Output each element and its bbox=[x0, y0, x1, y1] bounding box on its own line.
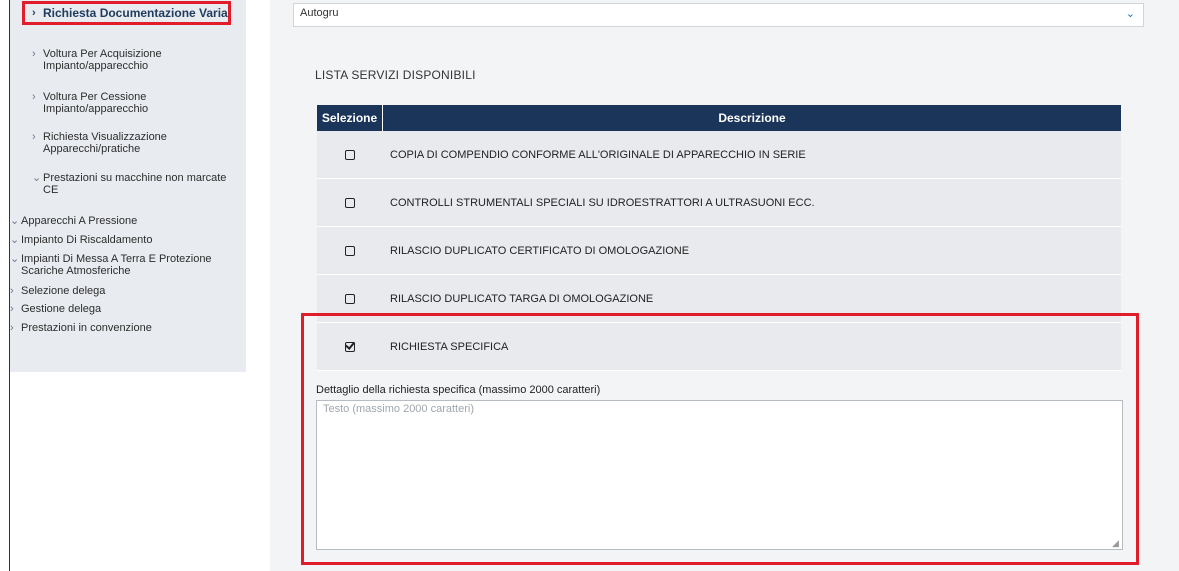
sidebar-item-label: Impianti Di Messa A Terra E Protezione S… bbox=[21, 253, 212, 277]
sidebar-item-label: Apparecchi A Pressione bbox=[21, 215, 138, 227]
service-checkbox[interactable] bbox=[345, 293, 355, 304]
sidebar-item-apparecchi-pressione[interactable]: ⌄ Apparecchi A Pressione bbox=[10, 215, 137, 227]
chevron-right-icon: › bbox=[32, 131, 36, 143]
service-checkbox[interactable] bbox=[345, 245, 355, 256]
sidebar-item-label: Impianto Di Riscaldamento bbox=[21, 234, 153, 246]
sidebar-item-voltura-cessione[interactable]: › Voltura Per Cessione Impianto/apparecc… bbox=[32, 91, 148, 115]
sidebar-item-label: Prestazioni su macchine non marcate CE bbox=[43, 172, 227, 196]
service-label: CONTROLLI STRUMENTALI SPECIALI SU IDROES… bbox=[390, 196, 815, 209]
sidebar-item-selezione-delega[interactable]: › Selezione delega bbox=[10, 285, 105, 297]
sidebar-item-gestione-delega[interactable]: › Gestione delega bbox=[10, 303, 101, 315]
service-label: RILASCIO DUPLICATO CERTIFICATO DI OMOLOG… bbox=[390, 244, 690, 257]
header-selection: Selezione bbox=[317, 105, 383, 131]
sidebar-item-label: Prestazioni in convenzione bbox=[21, 322, 152, 334]
header-description: Descrizione bbox=[718, 111, 786, 125]
chevron-down-icon: ⌄ bbox=[10, 234, 20, 246]
chevron-down-icon: ⌄ bbox=[1125, 8, 1135, 20]
sidebar-item-voltura-acquisizione[interactable]: › Voltura Per Acquisizione Impianto/appa… bbox=[32, 48, 162, 72]
sidebar-item-richiesta-visualizzazione[interactable]: › Richiesta Visualizzazione Apparecchi/p… bbox=[32, 131, 167, 155]
chevron-down-icon: ⌄ bbox=[10, 253, 20, 265]
category-select[interactable]: Autogru ⌄ bbox=[293, 3, 1144, 27]
service-checkbox[interactable] bbox=[345, 149, 355, 160]
sidebar-item-label: Gestione delega bbox=[21, 303, 102, 315]
chevron-down-icon: ⌄ bbox=[10, 215, 20, 227]
service-label: COPIA DI COMPENDIO CONFORME ALL'ORIGINAL… bbox=[390, 148, 806, 161]
sidebar-item-label: Richiesta Visualizzazione Apparecchi/pra… bbox=[43, 131, 167, 155]
service-checkbox[interactable] bbox=[345, 197, 355, 208]
sidebar-item-prestazioni-convenzione[interactable]: › Prestazioni in convenzione bbox=[10, 322, 152, 334]
chevron-right-icon: › bbox=[10, 285, 14, 297]
chevron-down-icon: ⌄ bbox=[32, 172, 42, 184]
sidebar-item-label: Voltura Per Cessione Impianto/apparecchi… bbox=[43, 91, 149, 115]
sidebar-item-label: Selezione delega bbox=[21, 285, 106, 297]
chevron-right-icon: › bbox=[10, 322, 14, 334]
sidebar-item-impianto-riscaldamento[interactable]: ⌄ Impianto Di Riscaldamento bbox=[10, 234, 152, 246]
table-row: CONTROLLI STRUMENTALI SPECIALI SU IDROES… bbox=[317, 179, 1121, 227]
section-title: LISTA SERVIZI DISPONIBILI bbox=[315, 68, 476, 82]
sidebar-highlight-box bbox=[22, 1, 231, 25]
table-row: COPIA DI COMPENDIO CONFORME ALL'ORIGINAL… bbox=[317, 131, 1121, 179]
table-header: Selezione Descrizione bbox=[317, 105, 1121, 131]
sidebar-item-label: Voltura Per Acquisizione Impianto/appare… bbox=[43, 48, 162, 72]
sidebar-item-impianti-messa-terra[interactable]: ⌄ Impianti Di Messa A Terra E Protezione… bbox=[10, 253, 212, 277]
table-row: RILASCIO DUPLICATO CERTIFICATO DI OMOLOG… bbox=[317, 227, 1121, 275]
sidebar: › Richiesta Documentazione Varia › Voltu… bbox=[10, 0, 246, 372]
chevron-right-icon: › bbox=[32, 91, 36, 103]
service-label: RILASCIO DUPLICATO TARGA DI OMOLOGAZIONE bbox=[390, 292, 654, 305]
specific-request-highlight-box bbox=[301, 313, 1139, 565]
chevron-right-icon: › bbox=[32, 48, 36, 60]
chevron-right-icon: › bbox=[10, 303, 14, 315]
sidebar-item-prestazioni-non-marcate[interactable]: ⌄ Prestazioni su macchine non marcate CE bbox=[32, 172, 226, 196]
category-select-value: Autogru bbox=[300, 7, 339, 19]
